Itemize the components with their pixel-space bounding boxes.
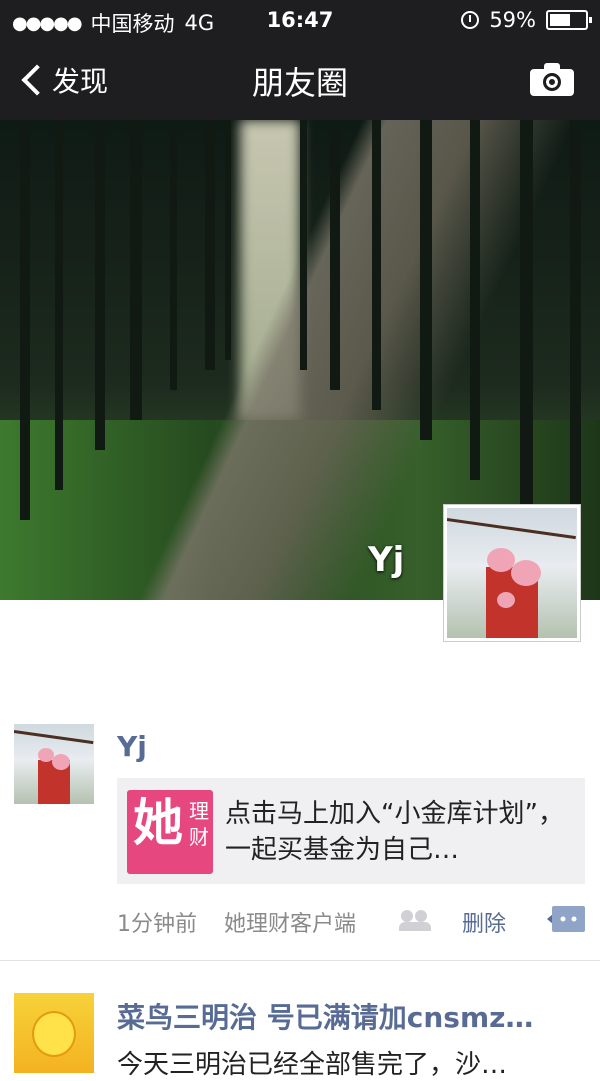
post-meta: 1分钟前 她理财客户端 删除	[117, 902, 585, 938]
page-title: 朋友圈	[251, 64, 348, 102]
shared-link-card[interactable]: 她 理财 点击马上加入“小金库计划”，一起买基金为自己…	[117, 778, 585, 884]
profile-name[interactable]: Yj	[368, 540, 404, 580]
battery-percent: 59%	[489, 8, 536, 32]
tree-trunk	[95, 120, 105, 450]
tree-trunk	[520, 120, 533, 510]
avatar-branch	[447, 518, 576, 540]
people-body	[399, 922, 431, 931]
tree-trunk	[420, 120, 432, 440]
duck-avatar-image	[32, 1011, 76, 1057]
post-avatar[interactable]	[14, 724, 94, 804]
camera-icon[interactable]	[530, 62, 574, 96]
battery-icon	[546, 10, 592, 30]
tree-trunk	[55, 120, 63, 490]
tree-trunk	[205, 120, 215, 370]
blossom-avatar-image	[14, 724, 94, 804]
status-right: 59%	[461, 8, 592, 32]
app-logo: 她 理财	[127, 790, 213, 874]
tree-trunk	[300, 120, 307, 370]
avatar-petal	[511, 560, 541, 586]
navigation-bar: 发现 朋友圈	[0, 40, 600, 120]
avatar-petal	[52, 754, 70, 770]
app-logo-small: 理财	[189, 799, 209, 849]
tree-trunk	[372, 120, 381, 410]
tree-trunk	[225, 120, 231, 360]
blossom-avatar-image	[447, 508, 577, 638]
cover-trees	[0, 120, 600, 540]
comment-icon[interactable]	[547, 904, 585, 934]
people-head	[415, 910, 427, 922]
profile-avatar[interactable]	[443, 504, 581, 642]
post-author[interactable]: Yj	[117, 730, 147, 763]
post-time: 1分钟前	[117, 912, 197, 937]
app-logo-big: 她	[133, 794, 183, 852]
post-text: 今天三明治已经全部售完了，沙…	[117, 1050, 508, 1080]
avatar-branch	[14, 730, 94, 745]
tree-trunk	[330, 120, 340, 390]
tree-trunk	[170, 120, 177, 390]
status-bar: ●●●●● 中国移动 4G 16:47 59%	[0, 0, 600, 40]
post-avatar[interactable]	[14, 993, 94, 1073]
alarm-icon	[461, 11, 480, 29]
avatar-petal	[497, 592, 515, 608]
post-divider	[0, 960, 600, 961]
tree-trunk	[570, 120, 581, 540]
delete-button[interactable]: 删除	[462, 906, 506, 938]
tree-trunk	[470, 120, 480, 480]
visibility-icon	[399, 910, 431, 931]
battery-fill	[550, 14, 571, 26]
post-author[interactable]: 菜鸟三明治 号已满请加cnsmz…	[117, 996, 585, 1036]
camera-lens	[543, 73, 561, 91]
shared-link-text: 点击马上加入“小金库计划”，一起买基金为自己…	[225, 799, 564, 865]
post-source[interactable]: 她理财客户端	[224, 906, 356, 938]
people-head	[401, 910, 413, 922]
tree-trunk	[130, 120, 142, 420]
tree-trunk	[20, 120, 30, 520]
